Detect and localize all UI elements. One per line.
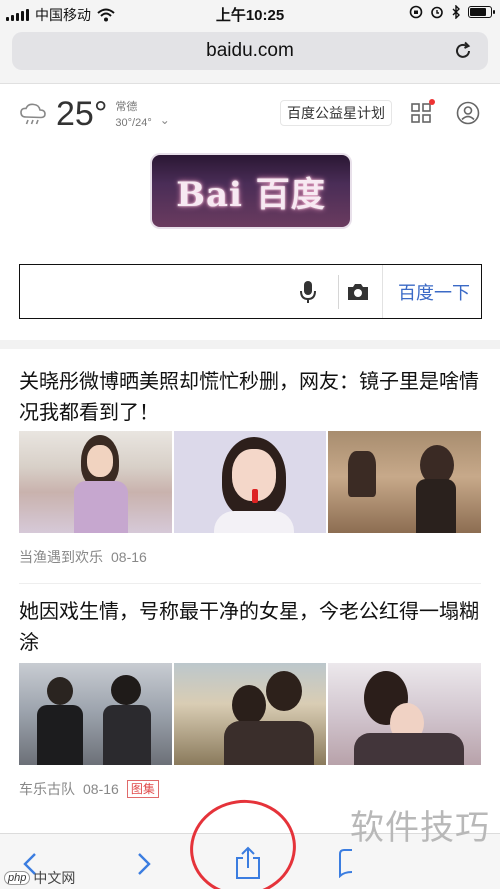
- news-image: [328, 431, 482, 533]
- user-icon[interactable]: [456, 101, 480, 125]
- bluetooth-icon: [452, 5, 460, 19]
- news-source: 车乐古队: [19, 781, 75, 797]
- url-text: baidu.com: [206, 40, 294, 61]
- news-title-1[interactable]: 关晓彤微博晒美照却慌忙秒删，网友：镜子里是啥情况我都看到了！: [19, 367, 481, 429]
- news-title-2[interactable]: 她因戏生情，号称最干净的女星，今老公红得一塌糊涂: [19, 597, 481, 659]
- microphone-icon[interactable]: [297, 279, 319, 305]
- bookmarks-icon[interactable]: [338, 848, 354, 878]
- watermark-site: php 中文网: [4, 868, 75, 888]
- gallery-badge: 图集: [126, 780, 159, 798]
- weather-city: 常德: [115, 100, 138, 113]
- news-meta-2: 车乐古队 08-16 图集: [19, 779, 159, 799]
- divider: [382, 265, 383, 318]
- alarm-icon: [431, 6, 443, 19]
- rain-cloud-icon: [20, 103, 46, 124]
- search-button[interactable]: 百度一下: [386, 265, 482, 318]
- baidu-doodle-logo[interactable]: Bai 百度: [152, 155, 350, 227]
- news-image: [19, 663, 172, 765]
- status-bar: 中国移动 上午10:25: [0, 0, 500, 26]
- news-image: [173, 431, 327, 533]
- news-date: 08-16: [83, 781, 119, 797]
- camera-icon[interactable]: [346, 281, 370, 303]
- temperature: 25°: [56, 95, 108, 133]
- news-thumbnails-1[interactable]: [19, 431, 482, 533]
- watermark-site-name: 中文网: [33, 870, 76, 886]
- section-divider: [0, 340, 500, 349]
- search-box: 百度一下: [19, 264, 482, 319]
- rotation-lock-icon: [409, 5, 423, 19]
- news-image: [173, 663, 327, 765]
- logo-text: Bai 百度: [176, 174, 326, 215]
- news-date: 08-16: [111, 549, 147, 565]
- weather-widget[interactable]: 25° 常德 30°/24° ⌄: [18, 95, 170, 134]
- reload-icon[interactable]: [452, 40, 474, 62]
- charity-plan-link[interactable]: 百度公益星计划: [280, 100, 392, 126]
- feed-divider: [19, 583, 481, 584]
- apps-grid-icon[interactable]: [410, 102, 432, 124]
- notification-dot: [429, 99, 435, 105]
- address-bar[interactable]: baidu.com: [12, 32, 488, 70]
- browser-address-area: baidu.com: [0, 26, 500, 84]
- weather-range: 30°/24°: [115, 116, 152, 129]
- forward-icon[interactable]: [136, 851, 152, 877]
- search-input[interactable]: [28, 273, 288, 309]
- chevron-down-icon[interactable]: ⌄: [160, 113, 170, 127]
- news-image: [19, 431, 172, 533]
- battery-icon: [468, 6, 495, 18]
- news-thumbnails-2[interactable]: [19, 663, 482, 765]
- php-logo-icon: php: [4, 871, 31, 885]
- news-meta-1: 当渔遇到欢乐 08-16: [19, 547, 147, 567]
- watermark-text: 软件技巧: [350, 809, 490, 847]
- news-image: [328, 663, 482, 765]
- phone-screen: 中国移动 上午10:25 baidu.com 25° 常德 30°/24° ⌄ …: [0, 0, 500, 889]
- news-source: 当渔遇到欢乐: [19, 549, 103, 565]
- highlight-circle-annotation: [183, 793, 303, 889]
- divider: [338, 275, 339, 309]
